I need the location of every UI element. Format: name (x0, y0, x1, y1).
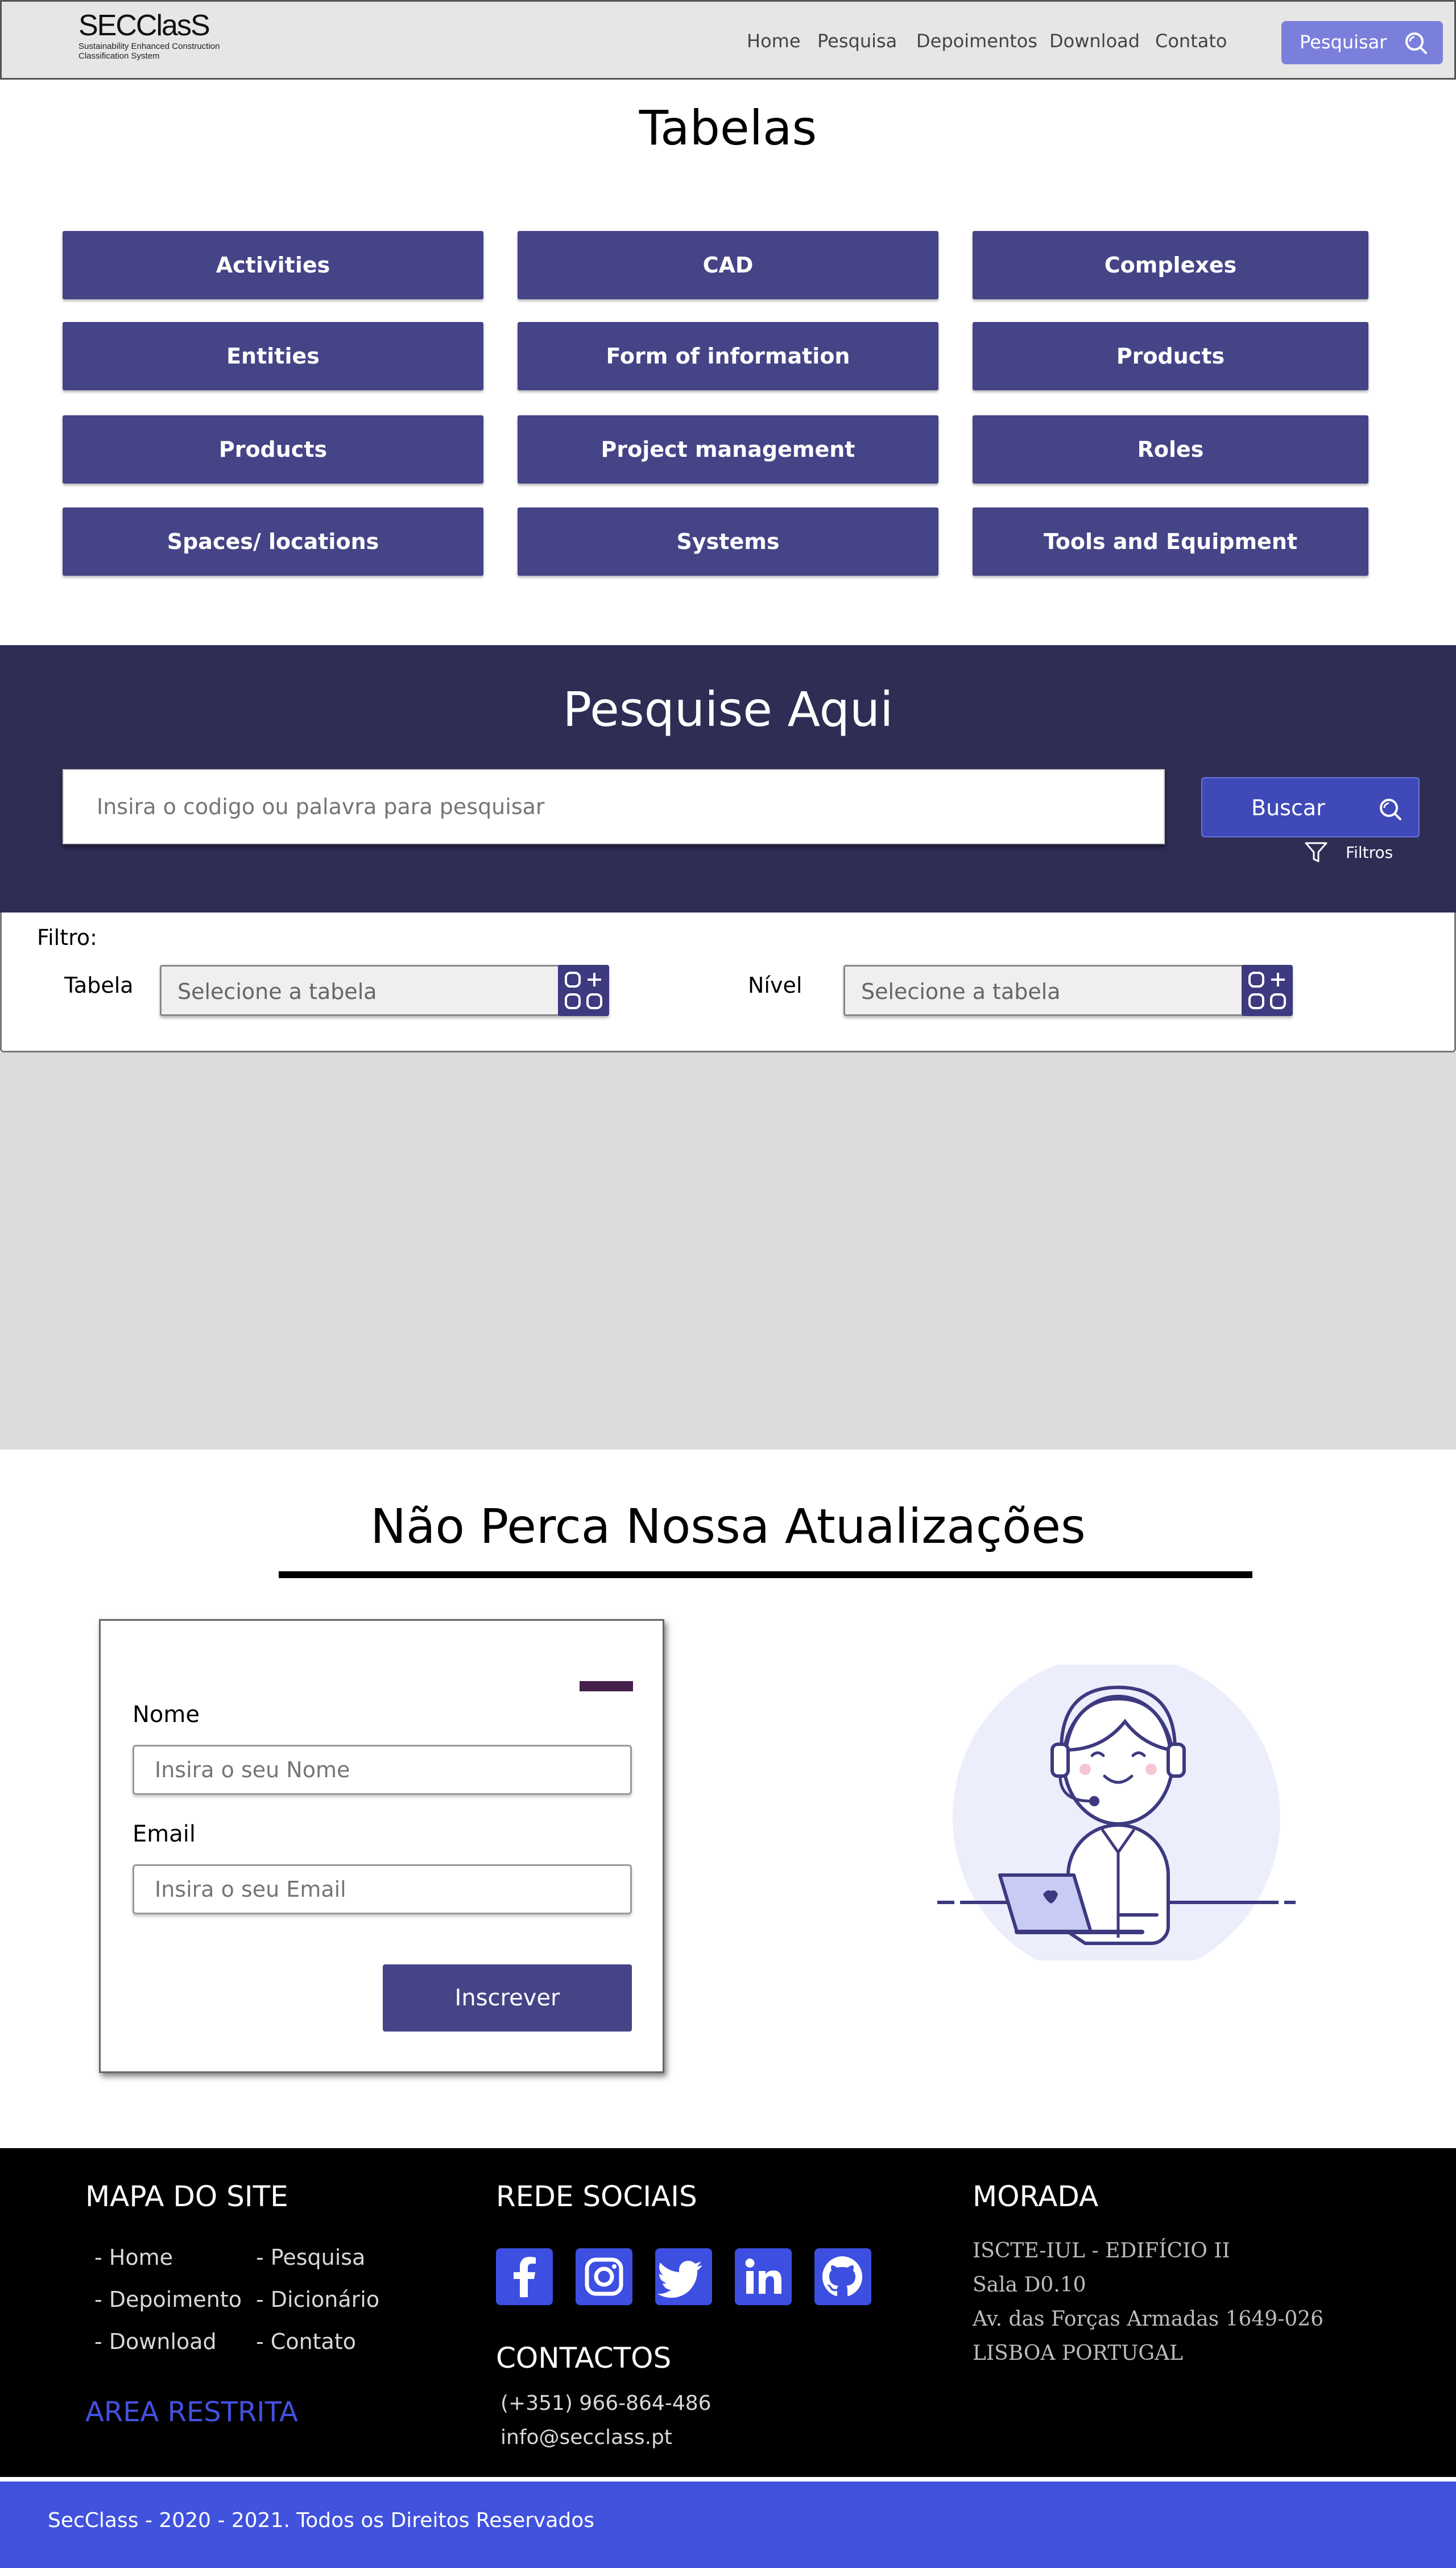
email-label: Email (133, 1821, 196, 1847)
email-field[interactable] (133, 1864, 632, 1914)
logo-subtitle-1: Sustainability Enhanced Construction (78, 42, 220, 51)
search-input[interactable] (63, 769, 1165, 844)
footer-link-pesquisa[interactable]: - Pesquisa (256, 2245, 365, 2270)
buscar-label: Buscar (1251, 795, 1325, 820)
filters-label: Filtros (1346, 843, 1393, 862)
site-header: SECClasS Sustainability Enhanced Constru… (0, 0, 1456, 80)
github-link[interactable] (814, 2248, 871, 2305)
search-icon (1380, 799, 1401, 820)
level-filter-label: Nível (748, 973, 803, 998)
restricted-area-link[interactable]: AREA RESTRITA (85, 2396, 298, 2428)
linkedin-icon (745, 2259, 781, 2294)
instagram-link[interactable] (576, 2248, 632, 2305)
table-button-form-of-information[interactable]: Form of information (518, 322, 938, 390)
facebook-link[interactable] (496, 2248, 553, 2305)
table-button-products[interactable]: Products (973, 322, 1368, 390)
linkedin-link[interactable] (735, 2248, 792, 2305)
address-line: Sala D0.10 (973, 2273, 1086, 2297)
table-select-button[interactable] (558, 965, 609, 1016)
nav-depoimentos[interactable]: Depoimentos (916, 30, 1037, 52)
subscribe-form: Nome Email Inscrever (99, 1619, 664, 2073)
header-search-button[interactable]: Pesquisar (1281, 21, 1443, 64)
copyright-bar: SecClass - 2020 - 2021. Todos os Direito… (0, 2482, 1456, 2568)
contact-phone: (+351) 966-864-486 (500, 2392, 712, 2415)
level-select-placeholder: Selecione a tabela (861, 979, 1061, 1004)
title-underline (279, 1571, 1252, 1578)
level-select[interactable]: Selecione a tabela (843, 965, 1293, 1016)
address-line: LISBOA PORTUGAL (973, 2342, 1184, 2365)
twitter-icon (657, 2261, 702, 2298)
github-icon (822, 2256, 862, 2296)
facebook-icon (514, 2257, 536, 2297)
footer-divider (0, 2477, 1456, 2482)
logo-title: SECClasS (78, 9, 210, 42)
filter-title: Filtro: (37, 925, 97, 950)
form-accent-bar (580, 1681, 633, 1691)
address-line: Av. das Forças Armadas 1649-026 (973, 2307, 1324, 2331)
table-button-roles[interactable]: Roles (973, 415, 1368, 484)
address-title: MORADA (973, 2180, 1099, 2213)
sitemap-title: MAPA DO SITE (85, 2180, 288, 2213)
table-button-cad[interactable]: CAD (518, 231, 938, 299)
table-button-project-management[interactable]: Project management (518, 415, 938, 484)
instagram-icon (585, 2257, 623, 2296)
level-select-button[interactable] (1242, 965, 1293, 1016)
footer-link-depoimento[interactable]: - Depoimento (94, 2287, 242, 2312)
header-search-label: Pesquisar (1300, 31, 1387, 53)
footer-link-home[interactable]: - Home (94, 2245, 173, 2270)
twitter-link[interactable] (655, 2248, 712, 2305)
table-select[interactable]: Selecione a tabela (160, 965, 609, 1016)
table-button-entities[interactable]: Entities (63, 322, 483, 390)
support-agent-illustration (937, 1665, 1296, 1960)
name-label: Nome (133, 1702, 200, 1728)
search-title: Pesquise Aqui (562, 682, 894, 737)
logo-subtitle-2: Classification System (78, 51, 160, 61)
nav-contato[interactable]: Contato (1155, 30, 1227, 52)
table-button-spaces-locations[interactable]: Spaces/ locations (63, 507, 483, 576)
contacts-title: CONTACTOS (496, 2342, 672, 2375)
filter-icon (1305, 842, 1327, 862)
table-button-complexes[interactable]: Complexes (973, 231, 1368, 299)
search-section: Pesquise Aqui Buscar Filtros (0, 645, 1456, 913)
contact-email[interactable]: info@secclass.pt (500, 2426, 672, 2449)
nav-download[interactable]: Download (1049, 30, 1140, 52)
logo[interactable]: SECClasS Sustainability Enhanced Constru… (78, 10, 220, 61)
footer-link-download[interactable]: - Download (94, 2329, 217, 2354)
table-filter-label: Tabela (64, 973, 134, 998)
site-footer: MAPA DO SITE - Home - Pesquisa - Depoime… (0, 2148, 1456, 2483)
table-button-products-2[interactable]: Products (63, 415, 483, 484)
table-button-activities[interactable]: Activities (63, 231, 483, 299)
footer-link-dicionario[interactable]: - Dicionário (256, 2287, 379, 2312)
results-area (0, 1052, 1456, 1450)
name-field[interactable] (133, 1745, 632, 1795)
table-button-tools-and-equipment[interactable]: Tools and Equipment (973, 507, 1368, 576)
footer-link-contato[interactable]: - Contato (256, 2329, 356, 2354)
filter-panel: Filtro: Tabela Selecione a tabela Nível … (0, 913, 1456, 1052)
social-title: REDE SOCIAIS (496, 2180, 697, 2213)
subscribe-button[interactable]: Inscrever (383, 1964, 632, 2032)
table-select-placeholder: Selecione a tabela (177, 979, 377, 1004)
apps-add-icon (1248, 972, 1286, 1009)
table-button-systems[interactable]: Systems (518, 507, 938, 576)
copyright-text: SecClass - 2020 - 2021. Todos os Direito… (48, 2509, 595, 2532)
search-icon (1405, 32, 1427, 54)
nav-home[interactable]: Home (747, 30, 801, 52)
address-line: ISCTE-IUL - EDIFÍCIO II (973, 2239, 1230, 2263)
nav-pesquisa[interactable]: Pesquisa (817, 30, 897, 52)
apps-add-icon (565, 972, 602, 1009)
tabelas-title: Tabelas (639, 100, 817, 156)
buscar-button[interactable]: Buscar (1201, 777, 1420, 837)
updates-title: Não Perca Nossa Atualizações (370, 1498, 1086, 1554)
